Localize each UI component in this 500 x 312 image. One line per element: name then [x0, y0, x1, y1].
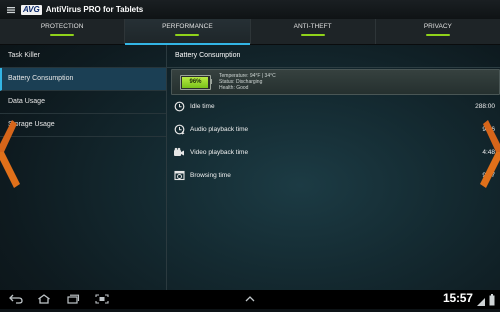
tab-label: PROTECTION	[40, 23, 84, 30]
browsing-time-label: Browsing time	[190, 171, 231, 179]
tab-protection[interactable]: PROTECTION	[0, 19, 126, 44]
sidebar: Task Killer Battery Consumption Data Usa…	[0, 45, 167, 290]
tab-indicator	[425, 34, 450, 36]
system-nav-bar: 15:57	[0, 290, 500, 309]
left-arrow-graphic	[0, 120, 20, 188]
battery-status-card: 96% Temperature: 94°F | 34°C Status: Dis…	[171, 69, 500, 95]
video-playback-label: Video playback time	[190, 148, 249, 156]
browsing-time-row: Browsing time 9:07	[171, 165, 498, 185]
tab-privacy[interactable]: PRIVACY	[376, 19, 500, 44]
idle-time-label: Idle time	[190, 102, 215, 110]
screenshot-icon[interactable]	[94, 292, 110, 306]
tab-label: PRIVACY	[423, 23, 452, 30]
tab-label: ANTI-THEFT	[293, 23, 332, 30]
clock: 15:57	[443, 291, 473, 305]
tab-anti-theft[interactable]: ANTI-THEFT	[251, 19, 376, 44]
tab-indicator	[50, 34, 75, 36]
sidebar-item-battery-consumption[interactable]: Battery Consumption	[0, 68, 166, 91]
right-arrow-graphic	[480, 120, 500, 188]
recent-apps-icon[interactable]	[65, 292, 81, 306]
wifi-signal-icon	[476, 294, 486, 306]
menu-icon[interactable]	[5, 4, 17, 16]
sidebar-item-storage-usage[interactable]: Storage Usage	[0, 114, 166, 137]
tab-bar: PROTECTION PERFORMANCE ANTI-THEFT PRIVAC…	[0, 19, 500, 45]
idle-time-row: Idle time 288:00	[171, 96, 498, 116]
audio-playback-row: Audio playback time 9:36	[171, 119, 498, 139]
chevron-up-icon[interactable]	[242, 292, 258, 306]
avg-logo-text: AVG	[21, 4, 42, 15]
browser-icon	[173, 169, 185, 181]
title-bar: AVG AntiVirus PRO for Tablets	[0, 0, 500, 20]
idle-time-value: 288:00	[475, 102, 495, 110]
page-title: Battery Consumption	[167, 45, 500, 68]
home-icon[interactable]	[36, 292, 52, 306]
tab-label: PERFORMANCE	[162, 23, 213, 30]
audio-playback-label: Audio playback time	[190, 125, 249, 133]
sidebar-item-data-usage[interactable]: Data Usage	[0, 91, 166, 114]
audio-playback-icon	[173, 123, 185, 135]
video-playback-row: Video playback time 4:48	[171, 142, 498, 162]
video-camera-icon	[173, 146, 185, 158]
battery-icon	[489, 293, 495, 306]
tab-indicator	[175, 34, 200, 36]
battery-percent: 96%	[189, 79, 202, 85]
app-window: AVG AntiVirus PRO for Tablets PROTECTION…	[0, 0, 500, 309]
battery-health: Health: Good	[219, 85, 249, 91]
avg-logo: AVG	[21, 4, 42, 15]
main-panel: Battery Consumption 96% Temperature: 94°…	[167, 45, 500, 290]
tab-indicator	[300, 34, 325, 36]
sidebar-item-task-killer[interactable]: Task Killer	[0, 45, 166, 68]
app-title: AntiVirus PRO for Tablets	[45, 5, 144, 14]
back-icon[interactable]	[8, 292, 24, 306]
clock-icon	[173, 100, 185, 112]
tab-performance[interactable]: PERFORMANCE	[125, 19, 251, 45]
